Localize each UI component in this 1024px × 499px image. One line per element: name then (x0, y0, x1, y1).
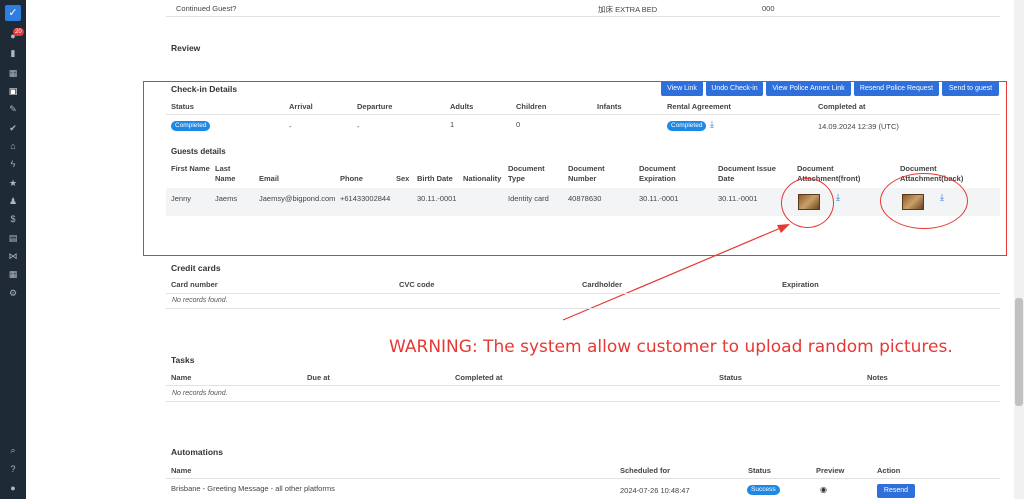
col-card-number: Card number (171, 280, 218, 289)
col-cvc-code: CVC code (399, 280, 435, 289)
col-expiration: Expiration (782, 280, 819, 289)
scroll-thumb[interactable] (1015, 298, 1023, 406)
divider (166, 401, 1000, 402)
divider (166, 478, 1000, 479)
automation-scheduled-for: 2024-07-26 10:48:47 (620, 486, 690, 495)
scrollbar[interactable] (1014, 0, 1024, 499)
divider (166, 385, 1000, 386)
divider (166, 293, 1000, 294)
resend-button[interactable]: Resend (877, 484, 915, 498)
eye-icon[interactable]: ◉ (820, 485, 827, 494)
automation-name: Brisbane - Greeting Message - all other … (171, 484, 335, 493)
col-notes: Notes (867, 373, 888, 382)
automation-status-badge: Success (747, 485, 780, 495)
col-task-name: Name (171, 373, 192, 382)
col-task-status: Status (719, 373, 742, 382)
tasks-empty: No records found. (172, 390, 228, 397)
col-automation-name: Name (171, 466, 192, 475)
credit-cards-title: Credit cards (171, 263, 221, 273)
automations-title: Automations (171, 447, 223, 457)
col-preview: Preview (816, 466, 845, 475)
col-task-completed-at: Completed at (455, 373, 503, 382)
col-cardholder: Cardholder (582, 280, 623, 289)
col-due-at: Due at (307, 373, 330, 382)
annotation-arrow (562, 224, 790, 321)
warning-annotation: WARNING: The system allow customer to up… (389, 337, 953, 357)
col-automation-status: Status (748, 466, 771, 475)
tasks-title: Tasks (171, 355, 195, 365)
col-scheduled-for: Scheduled for (620, 466, 671, 475)
credit-cards-empty: No records found. (172, 297, 228, 304)
col-action: Action (877, 466, 901, 475)
divider (166, 308, 1000, 309)
